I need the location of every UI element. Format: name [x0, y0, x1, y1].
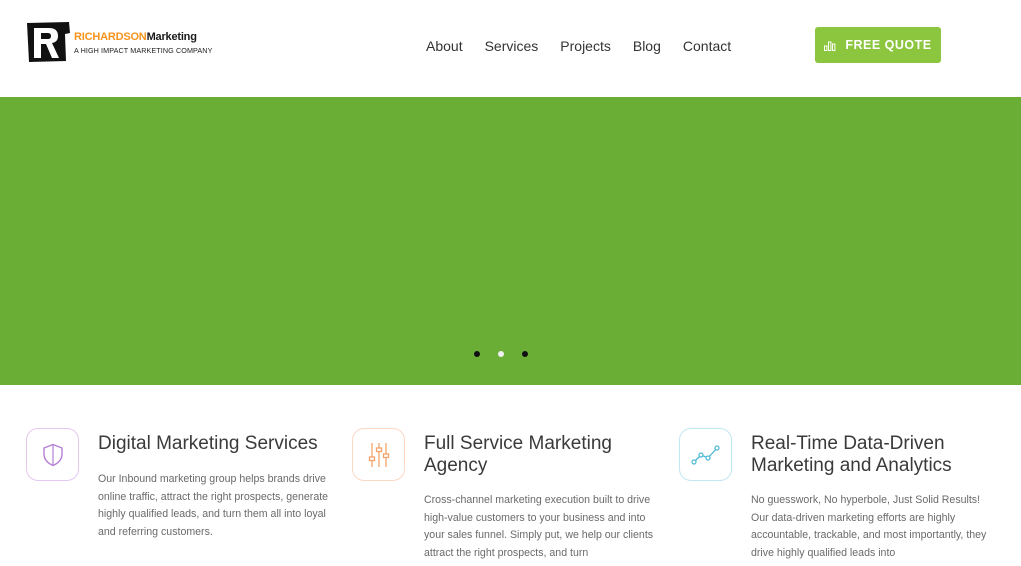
slider-dot-2[interactable] — [498, 351, 504, 357]
feature-text: Cross-channel marketing execution built … — [424, 494, 654, 559]
nav-item-about[interactable]: About — [415, 36, 474, 56]
feature-full-service: Full Service Marketing Agency Cross-chan… — [352, 428, 672, 566]
brand-name: RICHARDSONMarketing — [74, 31, 197, 43]
feature-text: Our Inbound marketing group helps brands… — [98, 473, 329, 538]
nav-item-contact[interactable]: Contact — [672, 36, 742, 56]
logo-r-icon — [27, 22, 70, 62]
slider-dot-3[interactable] — [522, 351, 528, 357]
nav-item-projects[interactable]: Projects — [549, 36, 622, 56]
feature-title: Full Service Marketing Agency — [424, 433, 612, 476]
brand-tagline: A HIGH IMPACT MARKETING COMPANY — [74, 46, 213, 55]
shield-icon — [42, 443, 63, 466]
hero-slider — [0, 97, 1021, 385]
logo[interactable]: RICHARDSONMarketing A HIGH IMPACT MARKET… — [25, 21, 230, 65]
feature-icon-box — [679, 428, 732, 481]
nav-item-blog[interactable]: Blog — [622, 36, 672, 56]
nav-item-services[interactable]: Services — [474, 36, 550, 56]
feature-icon-box — [352, 428, 405, 481]
main-nav: About Services Projects Blog Contact — [415, 36, 742, 56]
feature-digital-marketing: Digital Marketing Services Our Inbound m… — [26, 428, 346, 566]
sliders-icon — [368, 442, 389, 467]
free-quote-label: FREE QUOTE — [845, 38, 932, 52]
line-chart-icon — [690, 444, 720, 465]
feature-text: No guesswork, No hyperbole, Just Solid R… — [751, 494, 987, 559]
site-header: RICHARDSONMarketing A HIGH IMPACT MARKET… — [0, 0, 1021, 97]
free-quote-button[interactable]: FREE QUOTE — [815, 27, 941, 63]
feature-title: Digital Marketing Services — [98, 433, 318, 454]
brand-name-part2: Marketing — [146, 31, 197, 43]
slider-dot-1[interactable] — [474, 351, 480, 357]
brand-name-part1: RICHARDSON — [74, 31, 147, 43]
bar-chart-icon — [824, 41, 836, 51]
feature-title: Real-Time Data-Driven Marketing and Anal… — [751, 433, 952, 476]
slider-dots — [474, 351, 528, 357]
feature-data-driven: Real-Time Data-Driven Marketing and Anal… — [679, 428, 999, 566]
feature-icon-box — [26, 428, 79, 481]
